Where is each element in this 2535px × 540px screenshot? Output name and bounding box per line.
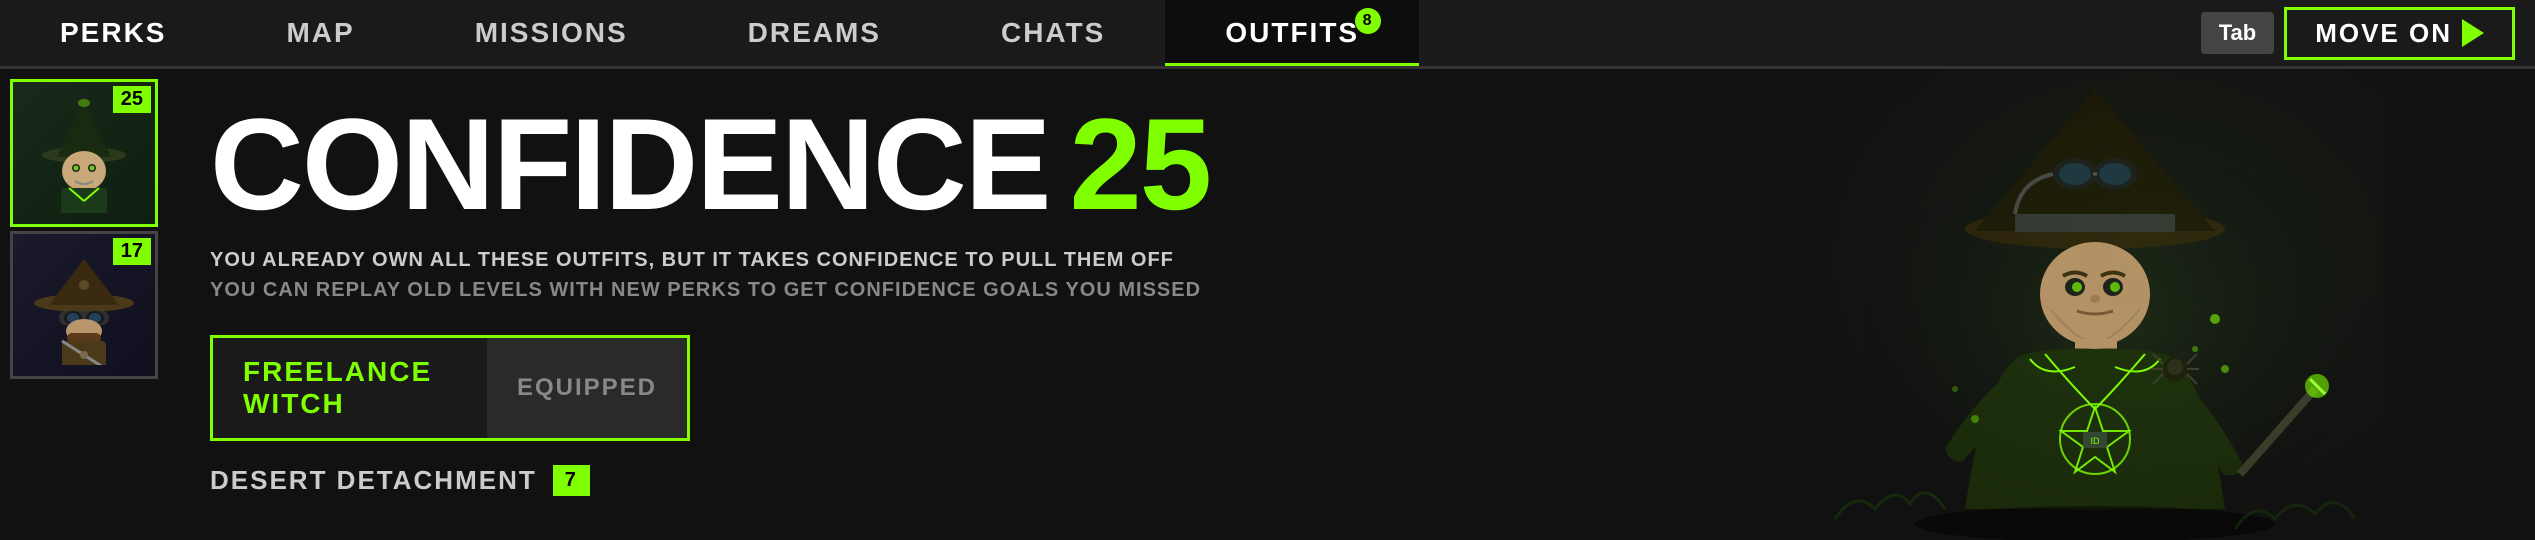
nav-label-outfits: OUTFITS	[1225, 17, 1359, 49]
next-outfit-confidence-badge: 7	[553, 465, 590, 496]
confidence-word: CONFIDENCE	[210, 99, 1049, 229]
main-content: 25	[0, 69, 2535, 540]
move-on-button[interactable]: MOVE ON	[2284, 7, 2515, 60]
nav-label-perks: PERKS	[60, 17, 166, 49]
confidence-number: 25	[1069, 99, 1210, 229]
outfit-status-label: EQUIPPED	[487, 338, 687, 438]
center-content: CONFIDENCE 25 YOU ALREADY OWN ALL THESE …	[170, 69, 2535, 540]
next-outfit-name: DESERT DETACHMENT	[210, 465, 537, 496]
nav-item-perks[interactable]: PERKS	[0, 0, 226, 66]
outfit-equip-button[interactable]: FREELANCE WITCH EQUIPPED	[210, 335, 690, 441]
nav-item-chats[interactable]: CHATS	[941, 0, 1165, 66]
outfit-thumb-1[interactable]: 25	[10, 79, 158, 227]
confidence-title: CONFIDENCE 25	[210, 99, 2495, 229]
outfit-name-label: FREELANCE WITCH	[213, 338, 487, 438]
outfit-thumb-1-level: 25	[113, 86, 151, 113]
outfit-thumb-2-level: 17	[113, 238, 151, 265]
tab-button[interactable]: Tab	[2201, 12, 2274, 54]
nav-label-dreams: DREAMS	[748, 17, 881, 49]
next-outfit-row: DESERT DETACHMENT 7	[210, 465, 2495, 496]
move-on-arrow-icon	[2462, 19, 2484, 47]
navigation-bar: PERKS MAP MISSIONS DREAMS CHATS OUTFITS …	[0, 0, 2535, 69]
nav-right-actions: Tab MOVE ON	[2201, 0, 2535, 66]
nav-item-missions[interactable]: MISSIONS	[415, 0, 688, 66]
nav-item-outfits[interactable]: OUTFITS 8	[1165, 0, 1419, 66]
nav-item-map[interactable]: MAP	[226, 0, 414, 66]
move-on-label: MOVE ON	[2315, 18, 2452, 49]
confidence-desc-line1: YOU ALREADY OWN ALL THESE OUTFITS, BUT I…	[210, 245, 2495, 275]
nav-label-chats: CHATS	[1001, 17, 1105, 49]
nav-label-missions: MISSIONS	[475, 17, 628, 49]
outfits-badge: 8	[1355, 8, 1381, 34]
nav-item-dreams[interactable]: DREAMS	[688, 0, 941, 66]
outfit-thumbnail-list: 25	[0, 69, 170, 540]
confidence-description: YOU ALREADY OWN ALL THESE OUTFITS, BUT I…	[210, 245, 2495, 305]
nav-label-map: MAP	[286, 17, 354, 49]
outfit-thumb-2[interactable]: 17	[10, 231, 158, 379]
confidence-desc-line2: YOU CAN REPLAY OLD LEVELS WITH NEW PERKS…	[210, 275, 2495, 305]
